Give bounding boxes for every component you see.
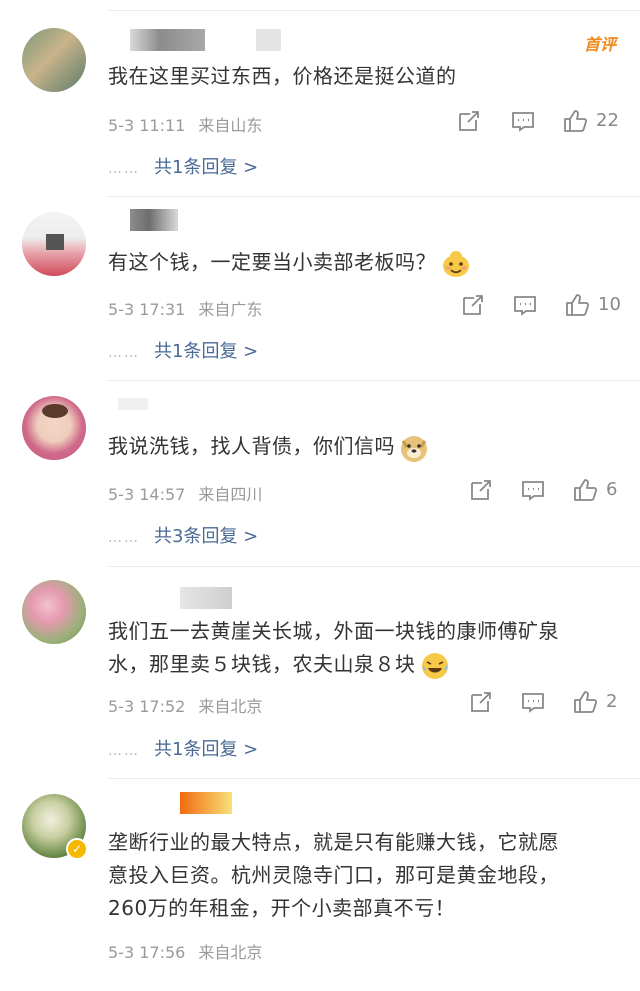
avatar[interactable] (22, 396, 86, 460)
comment-location: 来自广东 (198, 300, 263, 319)
reply-dots: …… (108, 345, 140, 361)
comment-location: 来自北京 (198, 697, 263, 716)
comment-divider (108, 778, 640, 779)
share-icon[interactable] (456, 108, 482, 134)
comment-meta: 5-3 11:11 来自山东 (108, 112, 270, 136)
like-icon[interactable] (564, 292, 590, 318)
comment-date: 5-3 14:57 (108, 485, 186, 504)
comment-actions: 2 (468, 689, 636, 719)
reply-row[interactable]: …… 共1条回复 > (108, 153, 258, 179)
username-blurred (256, 29, 281, 51)
comment-text: 有这个钱，一定要当小卖部老板吗？ (108, 246, 628, 279)
avatar[interactable] (22, 28, 86, 92)
share-icon[interactable] (460, 292, 486, 318)
share-icon[interactable] (468, 477, 494, 503)
reply-row[interactable]: …… 共1条回复 > (108, 735, 258, 761)
top-divider (108, 10, 640, 11)
comment-meta: 5-3 17:31 来自广东 (108, 296, 270, 320)
view-replies-link[interactable]: 共1条回复 > (154, 157, 258, 178)
comment-actions: 22 (456, 108, 636, 138)
comment-divider (108, 566, 640, 567)
share-icon[interactable] (468, 689, 494, 715)
comment-date: 5-3 11:11 (108, 116, 186, 135)
view-replies-link[interactable]: 共3条回复 > (154, 526, 258, 547)
view-replies-link[interactable]: 共1条回复 > (154, 341, 258, 362)
comment-text-line: 垄断行业的最大特点，就是只有能赚大钱，它就愿 (108, 830, 559, 854)
like-count: 10 (598, 294, 621, 315)
comment-date: 5-3 17:31 (108, 300, 186, 319)
comment-date: 5-3 17:56 (108, 943, 186, 962)
avatar[interactable] (22, 580, 86, 644)
comment-text-content: 有这个钱，一定要当小卖部老板吗？ (108, 250, 436, 274)
comment-text: 垄断行业的最大特点，就是只有能赚大钱，它就愿 意投入巨资。杭州灵隐寺门口，那可是… (108, 826, 628, 925)
like-count: 2 (606, 691, 618, 712)
comment-text: 我在这里买过东西，价格还是挺公道的 (108, 64, 457, 88)
comment-meta: 5-3 17:56 来自北京 (108, 939, 270, 963)
comment-divider (108, 196, 640, 197)
comment-location: 来自北京 (198, 943, 263, 962)
comment-text-line: 我们五一去黄崖关长城，外面一块钱的康师傅矿泉 (108, 619, 559, 643)
view-replies-link[interactable]: 共1条回复 > (154, 739, 258, 760)
laughing-tears-emoji (421, 652, 448, 679)
comment-text-line2: 水，那里卖５块钱，农夫山泉８块 (108, 648, 628, 681)
username-blurred[interactable] (180, 587, 232, 609)
username-blurred[interactable] (130, 209, 178, 231)
comment-text-line: 260万的年租金，开个小卖部真不亏！ (108, 896, 456, 920)
like-icon[interactable] (572, 477, 598, 503)
doge-emoji (401, 435, 427, 462)
comment-text: 我们五一去黄崖关长城，外面一块钱的康师傅矿泉 水，那里卖５块钱，农夫山泉８块 (108, 615, 628, 681)
comment-meta: 5-3 17:52 来自北京 (108, 693, 270, 717)
avatar[interactable] (22, 212, 86, 276)
reply-dots: …… (108, 530, 140, 546)
comment-icon[interactable] (520, 477, 546, 503)
like-count: 6 (606, 479, 618, 500)
reply-row[interactable]: …… 共3条回复 > (108, 522, 258, 548)
comment-actions: 10 (460, 292, 636, 322)
comment-text-content: 我说洗钱，找人背债，你们信吗 (108, 434, 395, 458)
first-comment-badge: 首评 (583, 35, 616, 54)
like-icon[interactable] (562, 108, 588, 134)
username-blurred[interactable] (130, 29, 205, 51)
smiling-face-emoji (443, 250, 469, 277)
comment-icon[interactable] (510, 108, 536, 134)
comment-text-line: 意投入巨资。杭州灵隐寺门口，那可是黄金地段， (108, 863, 559, 887)
comment-icon[interactable] (512, 292, 538, 318)
reply-dots: …… (108, 161, 140, 177)
like-icon[interactable] (572, 689, 598, 715)
comment-location: 来自山东 (198, 116, 263, 135)
comment-meta: 5-3 14:57 来自四川 (108, 481, 270, 505)
comment-location: 来自四川 (198, 485, 263, 504)
username-blurred[interactable] (180, 792, 232, 814)
reply-row[interactable]: …… 共1条回复 > (108, 337, 258, 363)
comment-date: 5-3 17:52 (108, 697, 186, 716)
comment-text-content: 水，那里卖５块钱，农夫山泉８块 (108, 652, 416, 676)
like-count: 22 (596, 110, 619, 131)
comment-divider (108, 380, 640, 381)
username-blurred[interactable] (118, 398, 148, 410)
comment-actions: 6 (468, 477, 636, 507)
comment-icon[interactable] (520, 689, 546, 715)
reply-dots: …… (108, 743, 140, 759)
verified-badge-icon: ✓ (66, 838, 88, 860)
comment-text: 我说洗钱，找人背债，你们信吗 (108, 430, 628, 463)
